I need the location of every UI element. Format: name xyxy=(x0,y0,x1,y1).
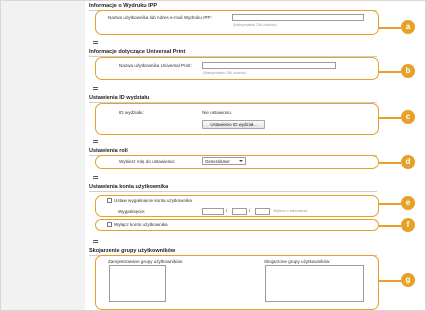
calendar-link[interactable]: Wybierz z kalendarza xyxy=(273,209,307,213)
ipp-username-label: Nazwa użytkownika lub Adres e-mail Wydru… xyxy=(108,15,212,20)
collapse-icon[interactable] xyxy=(93,176,99,179)
ipp-username-input[interactable] xyxy=(232,14,364,21)
universal-print-username-input[interactable] xyxy=(202,62,336,69)
role-select-value: GeneralUser xyxy=(205,159,230,164)
universal-print-hint: (Maksymalnie 256 znaków) xyxy=(203,71,247,75)
collapse-icon[interactable] xyxy=(93,140,99,143)
expiry-day-input[interactable] xyxy=(255,208,270,215)
expiry-year-input[interactable] xyxy=(202,208,224,215)
collapse-icon[interactable] xyxy=(93,87,99,90)
callout-connector xyxy=(379,27,401,29)
callout-connector xyxy=(379,117,401,119)
print-id-highlight-box xyxy=(95,103,379,135)
callout-connector xyxy=(379,280,401,282)
callout-badge-b: b xyxy=(401,64,415,78)
callout-badge-e: e xyxy=(401,196,415,210)
callout-badge-f: f xyxy=(401,218,415,232)
print-id-value: Nie ustawiono. xyxy=(202,110,233,115)
callout-connector xyxy=(379,71,401,73)
registered-groups-label: Zarejestrowane grupy użytkowników: xyxy=(108,259,184,264)
callout-connector xyxy=(379,225,401,227)
print-id-label: ID wydziału: xyxy=(119,110,144,115)
date-separator: / xyxy=(249,208,251,213)
callout-badge-a: a xyxy=(401,20,415,34)
callout-connector xyxy=(379,203,401,205)
callout-connector xyxy=(379,162,401,164)
ipp-hint: (Maksymalnie 256 znaków) xyxy=(233,23,277,27)
section-title-print-id: Ustawienia ID wydziału xyxy=(89,95,377,103)
main-content: Informacje o Wydruku IPP Nazwa użytkowni… xyxy=(89,0,426,311)
collapse-icon[interactable] xyxy=(93,240,99,243)
chevron-down-icon xyxy=(239,160,243,162)
callout-badge-c: c xyxy=(401,110,415,124)
associated-groups-list[interactable] xyxy=(265,265,364,302)
section-title-universal-print: Informacje dotyczące Universal Print xyxy=(89,49,377,57)
expiry-label: Wygaśnięcie: xyxy=(118,209,146,214)
callout-badge-g: g xyxy=(401,273,415,287)
date-separator: / xyxy=(226,208,228,213)
sidebar xyxy=(1,1,85,310)
callout-badge-d: d xyxy=(401,155,415,169)
role-select-label: Wybierz rolę do ustawienia: xyxy=(119,159,176,164)
registered-groups-list[interactable] xyxy=(109,265,166,302)
section-title-account: Ustawienia konta użytkownika xyxy=(89,184,377,192)
expiry-checkbox-label: Ustaw wygaśnięcie konta użytkownika xyxy=(114,198,192,203)
universal-print-username-label: Nazwa użytkownika Universal Print: xyxy=(119,63,192,68)
expiry-month-input[interactable] xyxy=(232,208,247,215)
collapse-icon[interactable] xyxy=(93,41,99,44)
expiry-checkbox[interactable] xyxy=(107,198,112,203)
disable-account-label: Wyłącz konto użytkownika xyxy=(114,222,168,227)
associated-groups-label: Skojarzone grupy użytkowników: xyxy=(264,259,331,264)
role-select[interactable]: GeneralUser xyxy=(202,157,246,165)
print-id-settings-button[interactable]: Ustawienie ID wydział... xyxy=(202,120,265,129)
disable-account-checkbox[interactable] xyxy=(107,222,112,227)
